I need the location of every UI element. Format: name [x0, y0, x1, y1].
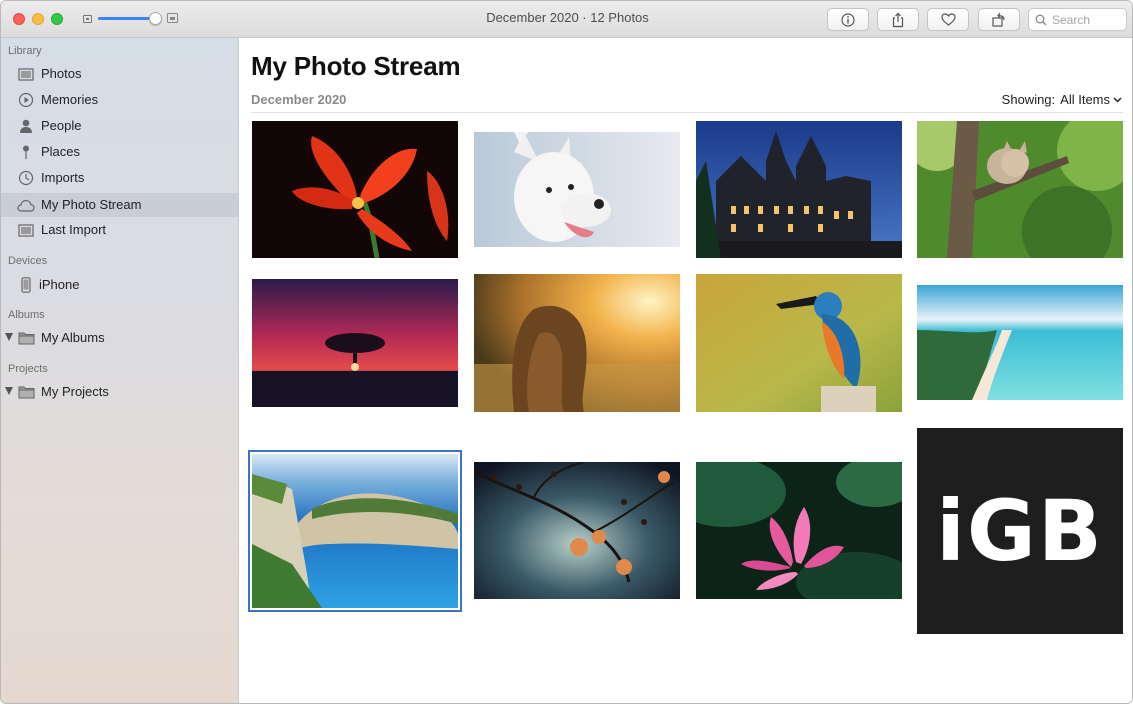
rotate-button[interactable]	[978, 8, 1020, 31]
imports-clock-icon	[17, 170, 35, 186]
sidebar-item-my-projects[interactable]: My Projects	[1, 380, 238, 404]
folder-icon	[17, 330, 35, 346]
people-icon	[17, 118, 35, 134]
sidebar-item-label: My Photo Stream	[41, 197, 142, 212]
photo-thumbnail-kitten-tree[interactable]	[917, 121, 1123, 258]
photo-thumbnail-white-dog[interactable]	[474, 132, 680, 247]
section-label-library: Library	[8, 45, 42, 57]
folder-icon	[17, 384, 35, 400]
date-heading: December 2020	[251, 92, 347, 107]
photo-thumbnail-igb-logo[interactable]: iGB	[917, 428, 1123, 634]
places-pin-icon	[17, 144, 35, 160]
last-import-icon	[17, 222, 35, 238]
memories-icon	[17, 92, 35, 108]
sidebar-item-label: Photos	[41, 66, 82, 81]
photo-thumbnail-tropical-island[interactable]	[917, 285, 1123, 400]
sidebar-item-label: My Projects	[41, 384, 109, 399]
photo-thumbnail-cove-beach[interactable]	[248, 450, 462, 612]
photo-thumbnail-girl-meadow[interactable]	[474, 274, 680, 412]
sidebar-item-label: Places	[41, 144, 81, 159]
sidebar-item-imports[interactable]: Imports	[1, 166, 238, 190]
photo-thumbnail-kingfisher[interactable]	[696, 274, 902, 412]
section-label-projects: Projects	[8, 363, 48, 375]
iphone-icon	[17, 277, 35, 293]
sidebar-item-places[interactable]: Places	[1, 140, 238, 164]
logo-text: iGB	[936, 482, 1104, 580]
section-label-albums: Albums	[8, 309, 45, 321]
divider	[251, 112, 1123, 113]
sidebar-item-label: People	[41, 118, 82, 133]
photos-window: December 2020 · 12 Photos Search Library…	[0, 0, 1133, 704]
favorite-button[interactable]	[927, 8, 969, 31]
sidebar-item-label: iPhone	[39, 277, 80, 292]
sidebar-item-label: Memories	[41, 92, 99, 107]
sidebar: Library Photos Memories People Places Im…	[1, 38, 239, 703]
photo-thumbnail-blossom-branch[interactable]	[474, 462, 680, 599]
showing-label: Showing:	[1001, 92, 1056, 107]
chevron-down-icon[interactable]	[1113, 96, 1122, 103]
info-button[interactable]	[827, 8, 869, 31]
disclosure-triangle-icon[interactable]	[5, 333, 13, 341]
sidebar-item-last-import[interactable]: Last Import	[1, 218, 238, 242]
info-icon	[841, 12, 855, 27]
section-label-devices: Devices	[8, 255, 48, 267]
sidebar-item-iphone[interactable]: iPhone	[1, 273, 238, 297]
share-icon	[892, 12, 904, 27]
showing-filter[interactable]: Showing: All Items	[1002, 92, 1122, 107]
photo-thumbnail-tree-sunset[interactable]	[252, 279, 458, 407]
sidebar-item-label: Imports	[41, 170, 85, 185]
rotate-icon	[992, 12, 1005, 27]
cloud-icon	[17, 197, 35, 213]
search-icon	[1035, 14, 1047, 25]
showing-value[interactable]: All Items	[1060, 92, 1110, 107]
page-title: My Photo Stream	[251, 51, 461, 81]
photo-thumbnail-red-flower[interactable]	[252, 121, 458, 258]
photo-thumbnail-lotus[interactable]	[696, 462, 902, 599]
sidebar-item-memories[interactable]: Memories	[1, 88, 238, 112]
photos-icon	[17, 66, 35, 82]
sidebar-item-photos[interactable]: Photos	[1, 62, 238, 86]
photo-thumbnail-town-hall[interactable]	[696, 121, 902, 258]
heart-icon	[940, 13, 956, 26]
sidebar-item-people[interactable]: People	[1, 114, 238, 138]
sidebar-item-label: My Albums	[41, 330, 105, 345]
sidebar-item-my-albums[interactable]: My Albums	[1, 326, 238, 350]
search-placeholder: Search	[1052, 12, 1091, 27]
photo-stream-view: My Photo Stream December 2020 Showing: A…	[239, 38, 1132, 703]
disclosure-triangle-icon[interactable]	[5, 387, 13, 395]
sidebar-item-my-photo-stream[interactable]: My Photo Stream	[1, 193, 238, 217]
title-bar: December 2020 · 12 Photos Search	[1, 1, 1132, 38]
share-button[interactable]	[877, 8, 919, 31]
search-field[interactable]: Search	[1028, 8, 1127, 31]
sidebar-item-label: Last Import	[41, 222, 107, 237]
